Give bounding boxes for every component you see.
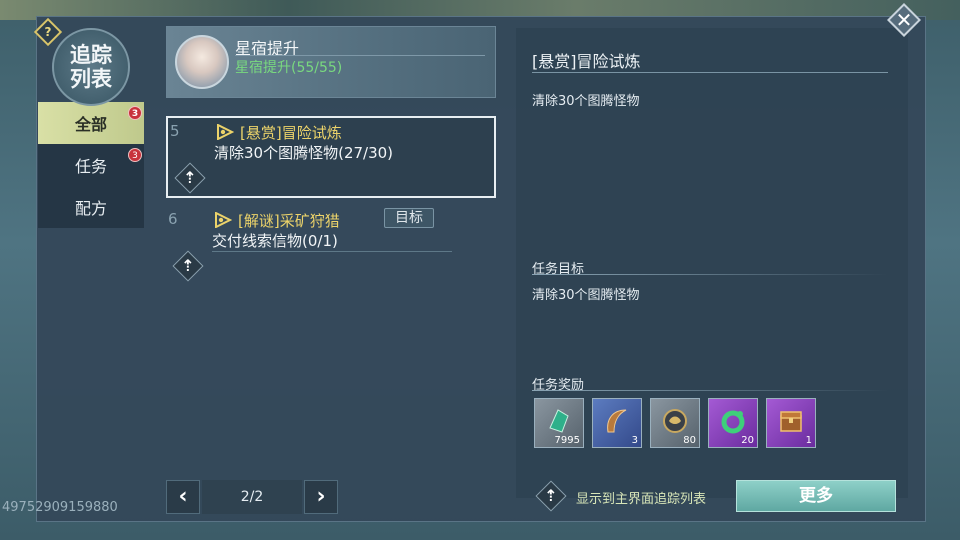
treasure-chest-item-icon (780, 411, 802, 432)
show-on-main-tracker-toggle[interactable]: ⇡ (534, 480, 568, 512)
reward-count: 7995 (554, 435, 580, 446)
sidebar-item-label: 任务 (74, 157, 107, 176)
jade-ring-item-icon (721, 410, 745, 434)
sidebar-item-all[interactable]: 全部 3 (38, 102, 144, 144)
green-gem-item-icon (549, 409, 569, 433)
reward-slot[interactable]: 3 (592, 398, 642, 448)
sidebar-item-label: 配方 (74, 199, 107, 218)
quest-title: [悬赏]冒险试炼 (240, 124, 342, 142)
reward-count: 20 (741, 435, 754, 446)
chevron-left-icon: ‹ (178, 484, 188, 509)
quest-row[interactable]: 6 [解谜]采矿狩猎 目标 交付线索信物(0/1) ⇡ (166, 206, 496, 288)
quest-title: [解谜]采矿狩猎 (238, 212, 340, 230)
quest-number: 6 (168, 210, 178, 228)
detail-title: [悬赏]冒险试炼 (532, 52, 641, 71)
category-sidebar: 全部 3 任务 3 配方 (38, 102, 144, 228)
close-icon: ✕ (895, 8, 913, 32)
track-toggle-button[interactable]: ⇡ (172, 250, 204, 282)
next-page-button[interactable]: › (304, 480, 338, 514)
sidebar-item-recipes[interactable]: 配方 (38, 186, 144, 228)
show-on-main-tracker-label: 显示到主界面追踪列表 (576, 492, 707, 507)
panel-title-badge: 追踪列表 (52, 28, 130, 106)
objective-text: 清除30个图腾怪物 (532, 288, 640, 303)
quest-detail-panel: [悬赏]冒险试炼 清除30个图腾怪物 任务目标 清除30个图腾怪物 任务奖励 7… (516, 28, 908, 498)
reward-slot[interactable]: 7995 (534, 398, 584, 448)
page-indicator: 2/2 (202, 480, 302, 514)
reward-slot[interactable]: 1 (766, 398, 816, 448)
pin-up-icon: ⇡ (183, 168, 197, 187)
detail-description: 清除30个图腾怪物 (532, 94, 640, 109)
quest-number: 5 (170, 122, 180, 140)
divider (212, 251, 452, 252)
quest-row[interactable]: 5 [悬赏]冒险试炼 清除30个图腾怪物(27/30) ⇡ (166, 116, 496, 198)
quest-objective: 交付线索信物(0/1) (212, 232, 338, 250)
divider (235, 55, 485, 56)
reward-list: 7995 3 80 20 1 (534, 398, 816, 448)
reward-count: 3 (631, 435, 638, 446)
pin-up-icon: ⇡ (181, 256, 195, 275)
divider (532, 274, 888, 275)
track-toggle-button[interactable]: ⇡ (174, 162, 206, 194)
sidebar-item-label: 全部 (74, 115, 107, 134)
quest-objective: 清除30个图腾怪物(27/30) (214, 144, 394, 162)
avatar (175, 35, 229, 89)
reward-count: 1 (805, 435, 812, 446)
goal-button[interactable]: 目标 (384, 208, 434, 228)
reward-slot[interactable]: 80 (650, 398, 700, 448)
divider (532, 390, 888, 391)
quest-bounty-icon (217, 124, 234, 140)
chevron-right-icon: › (316, 484, 326, 509)
reward-count: 80 (683, 435, 696, 446)
horn-item-icon (607, 409, 627, 433)
dragon-plate-item-icon (663, 409, 687, 433)
player-uid: 49752909159880 (2, 500, 118, 515)
close-button[interactable]: ✕ (887, 3, 921, 37)
pin-up-icon: ⇡ (544, 486, 558, 505)
more-button[interactable]: 更多 (736, 480, 896, 512)
sidebar-item-tasks[interactable]: 任务 3 (38, 144, 144, 186)
quest-puzzle-icon (215, 212, 232, 228)
notification-badge: 3 (128, 106, 142, 120)
card-progress: 星宿提升(55/55) (235, 60, 343, 76)
divider (532, 72, 888, 73)
reward-slot[interactable]: 20 (708, 398, 758, 448)
star-upgrade-card[interactable]: 星宿提升 星宿提升(55/55) (166, 26, 496, 98)
prev-page-button[interactable]: ‹ (166, 480, 200, 514)
notification-badge: 3 (128, 148, 142, 162)
panel-title: 追踪列表 (70, 42, 112, 91)
